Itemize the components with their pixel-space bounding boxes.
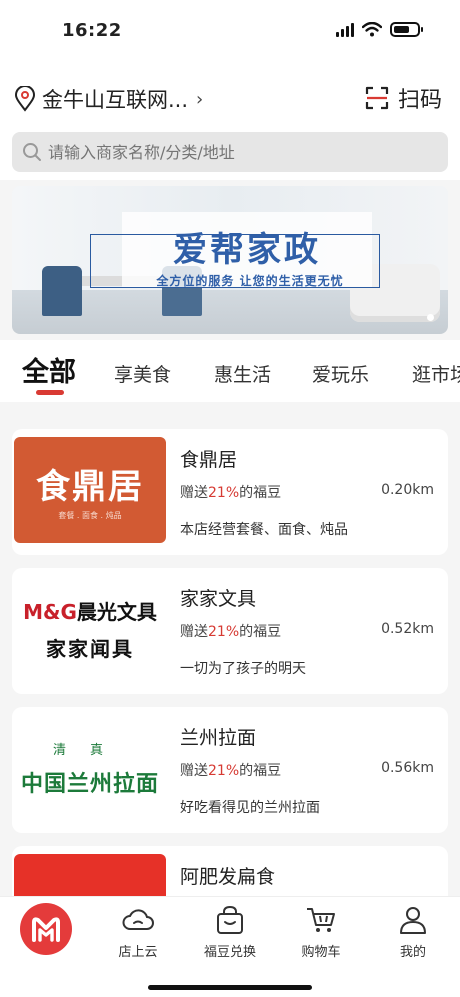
nav-label: 我的 (399, 945, 426, 960)
shop-logo-subtext: 套餐 . 面食 . 炖品 (58, 511, 122, 520)
tab-fun[interactable]: 爱玩乐 (312, 360, 369, 387)
nav-home[interactable] (20, 903, 72, 955)
shop-name: 食鼎居 (180, 449, 238, 471)
shop-logo-subtext: 家家闻具 (46, 637, 134, 661)
shop-card[interactable]: 阿肥发扁食 (12, 846, 448, 896)
category-tabs: 全部 享美食 惠生活 爱玩乐 逛市场 (0, 340, 460, 402)
tab-all[interactable]: 全部 (22, 350, 76, 389)
banner-subtitle: 全方位的服务 让您的生活更无忧 (156, 274, 344, 288)
scan-button[interactable]: 扫码 (364, 82, 442, 114)
nav-label: 福豆兑换 (203, 945, 256, 960)
wifi-icon (362, 22, 382, 37)
banner-page-dot (427, 314, 434, 321)
shop-description: 一切为了孩子的明天 (180, 661, 306, 677)
tab-life[interactable]: 惠生活 (214, 360, 271, 387)
nav-cloud-store[interactable]: 店上云 (103, 905, 173, 960)
nav-cart[interactable]: 购物车 (286, 905, 356, 960)
user-icon (400, 907, 426, 934)
shop-name: 阿肥发扁食 (180, 866, 276, 888)
status-bar: 16:22 (0, 0, 460, 62)
search-input[interactable] (48, 142, 428, 162)
promo-banner[interactable]: 爱帮家政 全方位的服务 让您的生活更无忧 (12, 186, 448, 334)
location-selector[interactable]: 金牛山互联网... › (14, 84, 203, 114)
shop-reward: 赠送21%的福豆 (180, 624, 282, 640)
shop-card[interactable]: M&G晨光文具 家家闻具 家家文具 赠送21%的福豆 0.52km 一切为了孩子… (12, 568, 448, 694)
search-icon (23, 143, 41, 161)
shop-card[interactable]: 食鼎居 套餐 . 面食 . 炖品 食鼎居 赠送21%的福豆 0.20km 本店经… (12, 429, 448, 555)
shop-logo-text: 晨光文具 (76, 600, 157, 624)
cart-icon (307, 908, 335, 932)
shop-logo-text: 清真 (52, 742, 127, 758)
bag-icon (217, 905, 243, 934)
shop-logo: M&G晨光文具 家家闻具 (14, 576, 166, 682)
shop-card[interactable]: 清真 中国兰州拉面 兰州拉面 赠送21%的福豆 0.56km 好吃看得见的兰州拉… (12, 707, 448, 833)
shop-logo (14, 854, 166, 896)
shop-logo-subtext: 中国兰州拉面 (20, 770, 159, 797)
tab-food[interactable]: 享美食 (114, 360, 171, 387)
shop-description: 好吃看得见的兰州拉面 (180, 800, 320, 816)
shop-logo-text: 食鼎居 (36, 467, 144, 507)
tab-market[interactable]: 逛市场 (412, 360, 460, 387)
shop-name: 兰州拉面 (180, 727, 257, 749)
shop-logo: 清真 中国兰州拉面 (14, 715, 166, 821)
signal-icon (336, 22, 354, 37)
shop-name: 家家文具 (180, 588, 257, 610)
shop-logo-mark: M&G (23, 600, 77, 624)
status-icons (336, 22, 423, 37)
home-logo-icon (32, 917, 60, 942)
banner-title: 爱帮家政 (173, 230, 321, 270)
nav-profile[interactable]: 我的 (378, 905, 448, 960)
top-bar: 金牛山互联网... › 扫码 (0, 62, 460, 180)
shop-description: 本店经营套餐、面食、炖品 (180, 522, 348, 538)
shop-logo: 食鼎居 套餐 . 面食 . 炖品 (14, 437, 166, 543)
shop-distance: 0.20km (381, 482, 434, 498)
nav-label: 购物车 (301, 945, 341, 960)
shop-reward: 赠送21%的福豆 (180, 763, 282, 779)
nav-redeem[interactable]: 福豆兑换 (195, 905, 265, 960)
tab-active-indicator (36, 390, 64, 395)
shop-distance: 0.52km (381, 621, 434, 637)
bottom-nav: 店上云 福豆兑换 购物车 我的 (0, 896, 460, 997)
nav-label: 店上云 (118, 945, 158, 960)
chevron-right-icon: › (196, 88, 204, 110)
status-time: 16:22 (62, 20, 122, 41)
location-name: 金牛山互联网... (42, 88, 189, 112)
scan-label: 扫码 (397, 88, 442, 113)
home-indicator (148, 985, 312, 990)
location-pin-icon (14, 86, 36, 112)
shop-distance: 0.56km (381, 760, 434, 776)
shop-reward: 赠送21%的福豆 (180, 485, 282, 501)
battery-icon (390, 22, 423, 37)
cloud-icon (122, 909, 154, 930)
search-bar[interactable] (12, 132, 448, 172)
shop-list: 食鼎居 套餐 . 面食 . 炖品 食鼎居 赠送21%的福豆 0.20km 本店经… (0, 402, 460, 896)
scan-icon (365, 86, 389, 110)
